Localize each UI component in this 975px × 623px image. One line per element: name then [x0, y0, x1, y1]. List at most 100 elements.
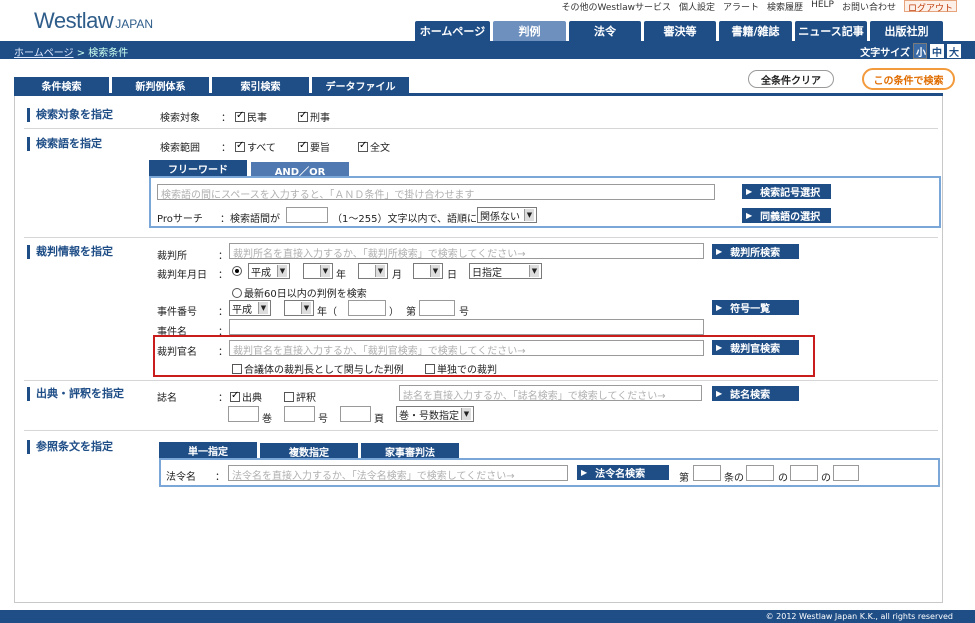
- summary-checkbox[interactable]: 要旨: [298, 139, 330, 154]
- font-size-label: 文字サイズ: [860, 47, 910, 59]
- keyword-input[interactable]: 検索語の間にスペースを入力すると、「ＡＮＤ条件」で掛け合わせます: [157, 184, 715, 200]
- tab-family-law[interactable]: 家事審判法: [361, 443, 459, 459]
- volume-input[interactable]: [228, 406, 259, 422]
- checkbox-icon: [232, 364, 242, 374]
- word-order-select[interactable]: 関係ない ▼: [477, 207, 537, 223]
- month-select[interactable]: ▼: [358, 263, 388, 279]
- contact-link[interactable]: お問い合わせ: [842, 0, 896, 13]
- journal-input[interactable]: 誌名を直接入力するか、「誌名検索」で検索してください→: [399, 385, 702, 401]
- tab-condition-search[interactable]: 条件検索: [14, 77, 109, 94]
- tab-free-word[interactable]: フリーワード: [149, 160, 247, 176]
- day-select[interactable]: ▼: [413, 263, 443, 279]
- issue-input[interactable]: [284, 406, 315, 422]
- main-nav: ホームページ 判例 法令 審決等 書籍/雑誌 ニュース記事 出版社別: [415, 21, 943, 41]
- colon: ：: [218, 307, 228, 318]
- search-symbol-button[interactable]: ▶ 検索記号選択: [742, 184, 831, 199]
- article-sub1-input[interactable]: [746, 465, 774, 481]
- logout-link[interactable]: ログアウト: [903, 0, 957, 14]
- law-name-input[interactable]: 法令名を直接入力するか、「法令名検索」で検索してください→: [228, 465, 568, 481]
- criminal-checkbox[interactable]: 刑事: [298, 109, 330, 124]
- court-input[interactable]: 裁判所名を直接入力するか、「裁判所検索」で検索してください→: [229, 243, 704, 259]
- tab-single[interactable]: 単一指定: [159, 442, 257, 458]
- article-sub2-input[interactable]: [790, 465, 818, 481]
- case-go: 号: [459, 307, 469, 318]
- font-size-control: 文字サイズ 小 中 大: [860, 43, 961, 59]
- font-size-large[interactable]: 大: [947, 44, 961, 59]
- fulltext-label: 全文: [370, 143, 390, 154]
- divider: [24, 430, 938, 431]
- breadcrumb-home[interactable]: ホームページ: [14, 48, 74, 59]
- play-icon: ▶: [716, 343, 723, 352]
- judge-label: 裁判官名: [157, 347, 197, 358]
- distance-hint: （1～255）文字以内で、語順に: [332, 214, 478, 225]
- article-sub3-input[interactable]: [833, 465, 859, 481]
- page-input[interactable]: [340, 406, 371, 422]
- checkbox-icon: [235, 140, 245, 152]
- search-button[interactable]: この条件で検索: [862, 68, 955, 90]
- synonym-button[interactable]: ▶ 同義語の選択: [742, 208, 831, 223]
- play-icon: ▶: [746, 211, 753, 220]
- font-size-medium[interactable]: 中: [930, 44, 944, 59]
- date-mode-select[interactable]: 日指定 ▼: [469, 263, 542, 279]
- nav-tab-news[interactable]: ニュース記事: [795, 21, 867, 41]
- nav-tab-decisions[interactable]: 審決等: [644, 21, 716, 41]
- all-checkbox[interactable]: すべて: [235, 139, 276, 154]
- colon: ：: [218, 347, 228, 358]
- westlaw-logo[interactable]: Westlaw JAPAN: [34, 8, 153, 34]
- font-size-small[interactable]: 小: [913, 43, 927, 59]
- civil-checkbox[interactable]: 民事: [235, 109, 267, 124]
- nav-tab-books[interactable]: 書籍/雑誌: [719, 21, 792, 41]
- source-checkbox[interactable]: 出典: [230, 389, 262, 404]
- other-services-link[interactable]: その他のWestlawサービス: [562, 0, 672, 13]
- journal-search-label: 誌名検索: [730, 390, 771, 401]
- recent-label: 最新60日以内の判例を検索: [244, 289, 367, 300]
- case-symbol-input[interactable]: [348, 300, 386, 316]
- case-name-input[interactable]: [229, 319, 704, 335]
- tab-new-case-system[interactable]: 新判例体系: [112, 77, 209, 94]
- case-year-paren: 年（: [317, 307, 337, 318]
- panel-chief-checkbox[interactable]: 合議体の裁判長として関与した判例: [232, 361, 404, 376]
- case-era-select[interactable]: 平成 ▼: [229, 300, 271, 316]
- recent-radio[interactable]: 最新60日以内の判例を検索: [232, 285, 367, 300]
- nav-tab-publishers[interactable]: 出版社別: [870, 21, 943, 41]
- judge-search-button[interactable]: ▶ 裁判官検索: [712, 340, 799, 355]
- article-number-input[interactable]: [693, 465, 721, 481]
- colon: ：: [215, 472, 225, 483]
- criminal-label: 刑事: [310, 113, 330, 124]
- journal-search-button[interactable]: ▶ 誌名検索: [712, 386, 799, 401]
- play-icon: ▶: [716, 303, 723, 312]
- year-unit: 年: [336, 270, 346, 281]
- logo-text: Westlaw: [34, 8, 114, 33]
- year-select[interactable]: ▼: [303, 263, 333, 279]
- single-judge-checkbox[interactable]: 単独での裁判: [425, 361, 497, 376]
- tab-multiple[interactable]: 複数指定: [260, 443, 358, 459]
- chevron-down-icon: ▼: [461, 408, 471, 420]
- nav-tab-laws[interactable]: 法令: [569, 21, 641, 41]
- case-number-input[interactable]: [419, 300, 455, 316]
- volume-mode-select[interactable]: 巻・号数指定 ▼: [396, 406, 474, 422]
- history-link[interactable]: 検索履歴: [767, 0, 803, 13]
- play-icon: ▶: [746, 187, 753, 196]
- tab-data-file[interactable]: データファイル: [312, 77, 409, 94]
- help-link[interactable]: HELP: [811, 0, 834, 12]
- range-label: 検索範囲: [160, 143, 200, 154]
- article-dai: 第: [679, 473, 689, 484]
- court-search-button[interactable]: ▶ 裁判所検索: [712, 244, 799, 259]
- clear-all-button[interactable]: 全条件クリア: [748, 70, 834, 88]
- date-radio[interactable]: [232, 266, 244, 278]
- alert-link[interactable]: アラート: [723, 0, 759, 13]
- settings-link[interactable]: 個人設定: [679, 0, 715, 13]
- era-select[interactable]: 平成 ▼: [248, 263, 290, 279]
- case-year-select[interactable]: ▼: [284, 300, 314, 316]
- nav-tab-home[interactable]: ホームページ: [415, 21, 490, 41]
- case-dai: 第: [406, 307, 416, 318]
- law-search-button[interactable]: ▶ 法令名検索: [577, 465, 669, 480]
- nav-tab-cases[interactable]: 判例: [493, 21, 566, 41]
- section-target-title: 検索対象を指定: [27, 108, 113, 122]
- fulltext-checkbox[interactable]: 全文: [358, 139, 390, 154]
- judge-input[interactable]: 裁判官名を直接入力するか、「裁判官検索」で検索してください→: [229, 340, 704, 356]
- tab-index-search[interactable]: 索引検索: [212, 77, 309, 94]
- distance-input[interactable]: [286, 207, 328, 223]
- symbol-list-button[interactable]: ▶ 符号一覧: [712, 300, 799, 315]
- comment-checkbox[interactable]: 評釈: [284, 389, 316, 404]
